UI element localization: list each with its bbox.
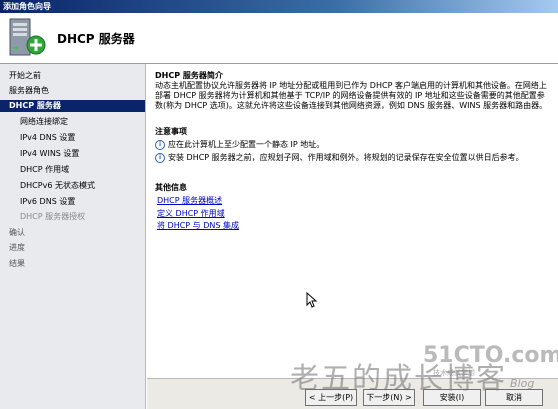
info-icon: i xyxy=(155,140,165,150)
note-item: i 应在此计算机上至少配置一个静态 IP 地址。 xyxy=(155,140,550,151)
watermark-text: 老五的成长博客 xyxy=(290,361,508,395)
mouse-pointer-icon xyxy=(306,292,318,308)
sidebar-item-before-you-begin[interactable]: 开始之前 xyxy=(0,70,145,82)
sidebar-item-dhcp-scopes[interactable]: DHCP 作用域 xyxy=(0,164,145,176)
sidebar-item-confirmation: 确认 xyxy=(9,228,25,237)
wizard-sidebar: 开始之前 服务器角色 DHCP 服务器 网络连接绑定 IPv4 DNS 设置 I… xyxy=(0,64,146,409)
page-title: DHCP 服务器 xyxy=(57,32,135,46)
sidebar-item-server-roles[interactable]: 服务器角色 xyxy=(0,85,145,97)
sidebar-item-ipv6-dns[interactable]: IPv6 DNS 设置 xyxy=(0,196,145,208)
watermark-blog: Blog xyxy=(510,377,535,390)
link-dns-integration[interactable]: 将 DHCP 与 DNS 集成 xyxy=(157,221,239,231)
sidebar-item-ipv4-wins[interactable]: IPv4 WINS 设置 xyxy=(0,148,145,160)
note-text: 安装 DHCP 服务器之前，应规划子网、作用域和例外。将规划的记录保存在安全位置… xyxy=(168,153,524,162)
note-text: 应在此计算机上至少配置一个静态 IP 地址。 xyxy=(168,140,325,149)
link-dhcp-overview[interactable]: DHCP 服务器概述 xyxy=(157,196,222,206)
sidebar-item-network-binding[interactable]: 网络连接绑定 xyxy=(0,116,145,128)
link-define-scopes[interactable]: 定义 DHCP 作用域 xyxy=(157,209,225,219)
wizard-header: DHCP 服务器 xyxy=(0,13,558,64)
window-title-bar: 添加角色向导 xyxy=(0,0,558,13)
notes-title: 注意事项 xyxy=(155,127,187,136)
intro-title: DHCP 服务器简介 xyxy=(155,71,223,80)
note-item: i 安装 DHCP 服务器之前，应规划子网、作用域和例外。将规划的记录保存在安全位… xyxy=(155,153,550,164)
sidebar-item-dhcp-authorization: DHCP 服务器授权 xyxy=(20,212,86,221)
sidebar-item-results: 结果 xyxy=(9,259,25,268)
server-add-icon xyxy=(9,18,46,56)
sidebar-item-dhcp-server[interactable]: DHCP 服务器 xyxy=(0,100,145,112)
sidebar-item-dhcpv6-stateless[interactable]: DHCPv6 无状态模式 xyxy=(0,180,145,192)
info-icon: i xyxy=(155,153,165,163)
intro-text: 动态主机配置协议允许服务器将 IP 地址分配或租用到已作为 DHCP 客户端启用… xyxy=(155,81,548,110)
sidebar-item-ipv4-dns[interactable]: IPv4 DNS 设置 xyxy=(0,132,145,144)
info-title: 其他信息 xyxy=(155,183,187,192)
window-title: 添加角色向导 xyxy=(3,2,51,11)
sidebar-item-progress: 进度 xyxy=(9,243,25,252)
wizard-content: DHCP 服务器简介 动态主机配置协议允许服务器将 IP 地址分配或租用到已作为… xyxy=(147,64,558,378)
